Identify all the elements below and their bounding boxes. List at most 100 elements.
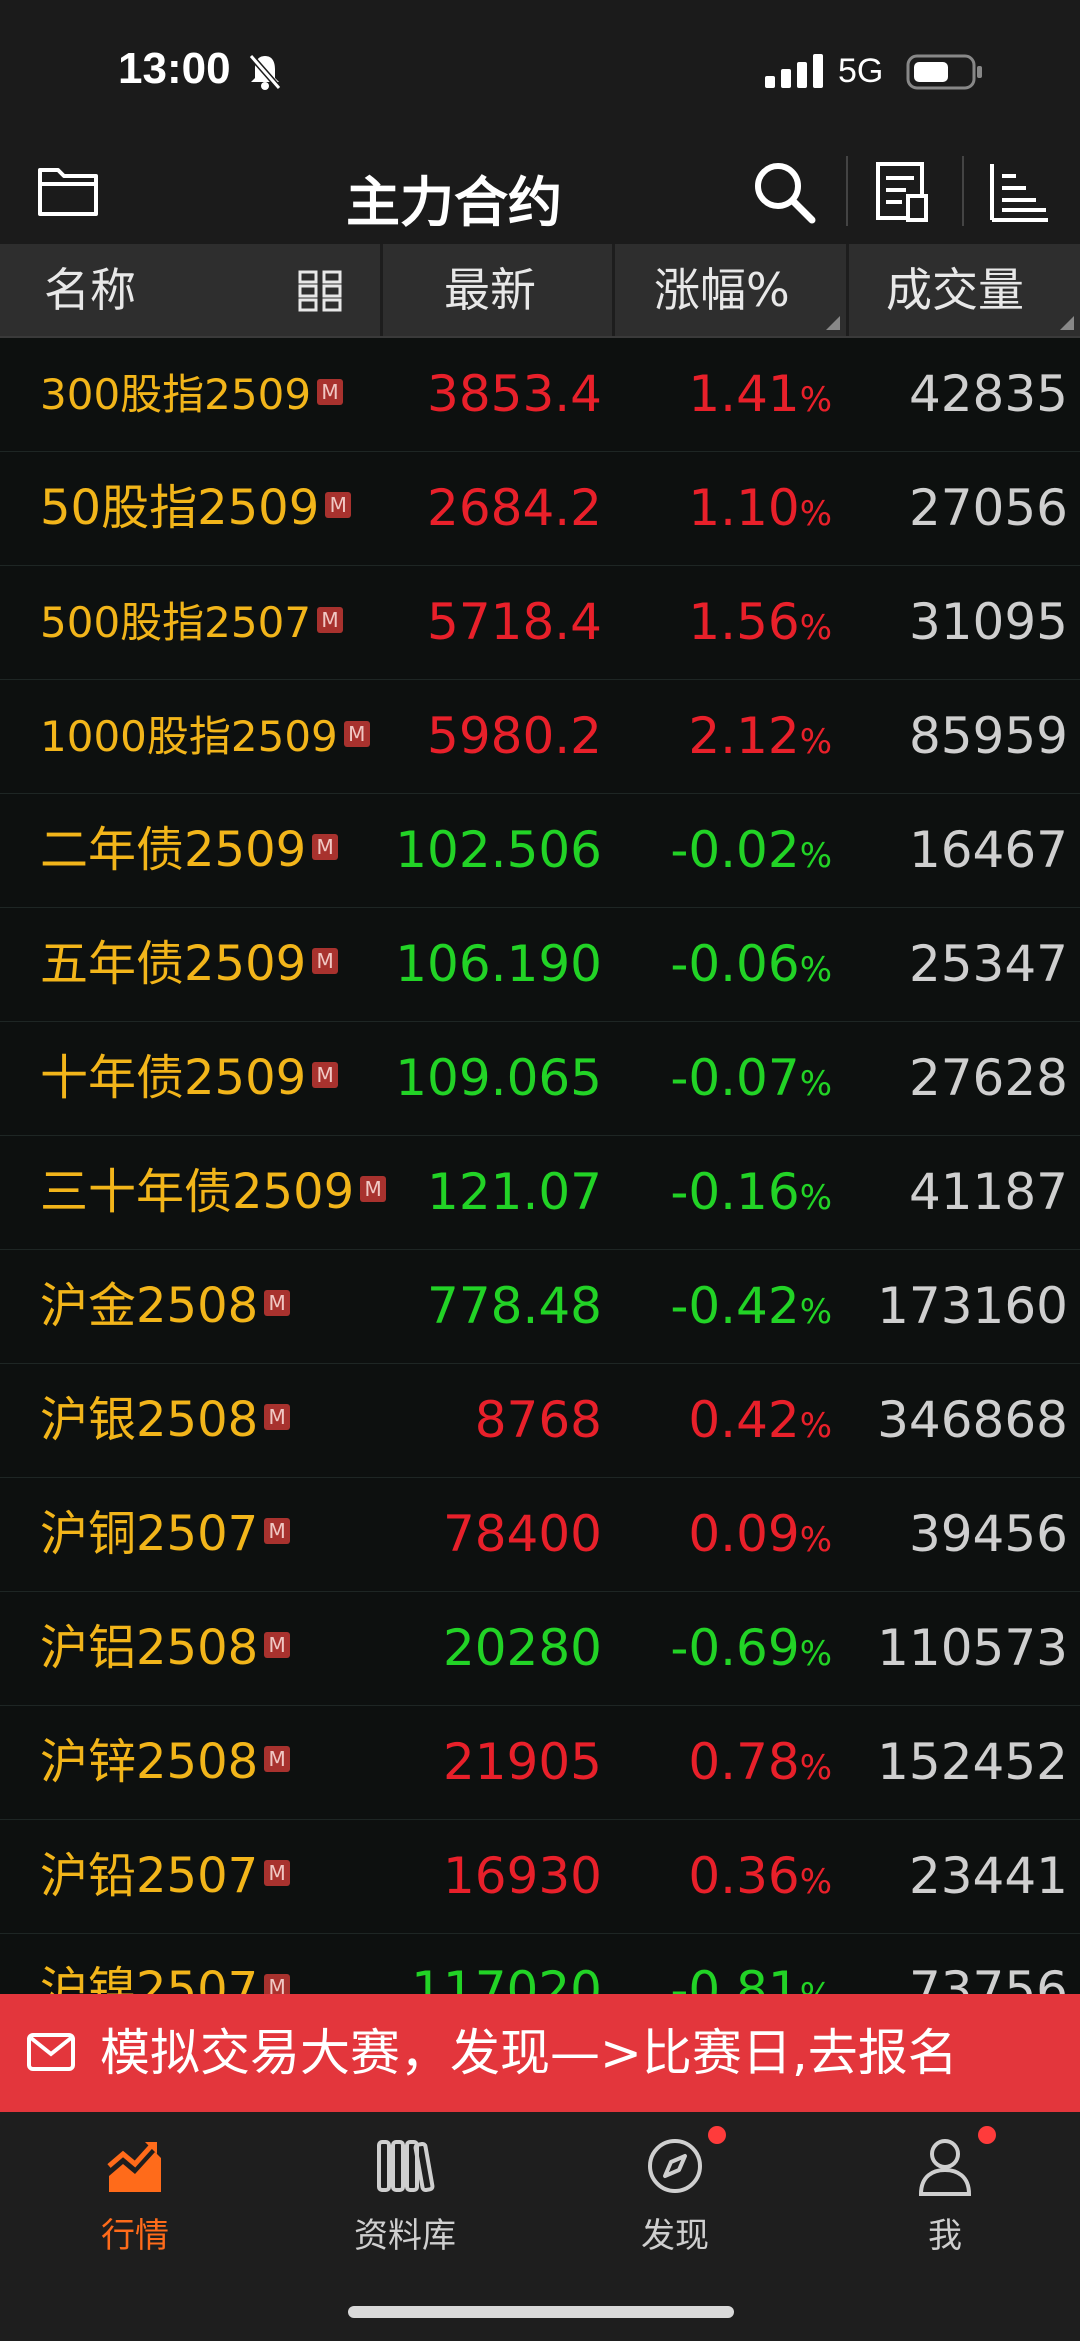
contract-name-text: 沪锌2508 bbox=[40, 1734, 259, 1790]
nav-bar: 主力合约 bbox=[0, 140, 1080, 244]
percent-sign: % bbox=[799, 1178, 832, 1218]
change-value: -0.02 bbox=[670, 821, 800, 879]
quote-row[interactable]: 二年债2509 M 102.506 -0.02% 16467 bbox=[0, 794, 1080, 908]
sort-indicator-icon bbox=[826, 316, 840, 330]
sort-bars-icon[interactable] bbox=[986, 160, 1052, 228]
contract-name: 300股指2509 M bbox=[40, 338, 344, 451]
percent-sign: % bbox=[799, 1064, 832, 1104]
latest-price: 106.190 bbox=[395, 935, 602, 993]
latest-price: 778.48 bbox=[427, 1277, 602, 1335]
percent-sign: % bbox=[799, 950, 832, 990]
change-percent: 0.36% bbox=[688, 1820, 832, 1933]
volume: 346868 bbox=[877, 1391, 1068, 1449]
change-percent: 2.12% bbox=[688, 680, 832, 793]
tab-bar: 行情 资料库 发现 我 bbox=[0, 2112, 1080, 2341]
quote-list-icon[interactable] bbox=[874, 160, 930, 228]
volume: 23441 bbox=[908, 1847, 1068, 1905]
change-value: -0.07 bbox=[670, 1049, 800, 1107]
contract-name: 沪铅2507 M bbox=[40, 1820, 291, 1933]
volume: 27056 bbox=[908, 479, 1068, 537]
quote-row[interactable]: 沪锌2508 M 21905 0.78% 152452 bbox=[0, 1706, 1080, 1820]
grid-toggle-icon[interactable] bbox=[298, 270, 342, 316]
volume: 41187 bbox=[908, 1163, 1068, 1221]
change-percent: -0.02% bbox=[670, 794, 832, 907]
column-volume[interactable]: 成交量 bbox=[886, 244, 1024, 336]
tab-me[interactable]: 我 bbox=[810, 2112, 1080, 2292]
column-name[interactable]: 名称 bbox=[44, 244, 136, 336]
status-time: 13:00 bbox=[118, 44, 231, 93]
contract-name-text: 300股指2509 bbox=[40, 370, 312, 419]
tab-label: 我 bbox=[928, 2216, 962, 2256]
search-icon[interactable] bbox=[752, 160, 816, 228]
main-contract-badge: M bbox=[343, 720, 370, 747]
quote-row[interactable]: 沪镍2507M 117020 -0.81% 73756 bbox=[0, 1934, 1080, 1994]
network-type: 5G bbox=[838, 52, 884, 90]
compass-icon bbox=[645, 2136, 705, 2200]
promo-banner[interactable]: 模拟交易大赛，发现—>比赛日,去报名 bbox=[0, 1994, 1080, 2112]
percent-sign: % bbox=[800, 1976, 832, 1994]
volume: 25347 bbox=[908, 935, 1068, 993]
tab-label: 发现 bbox=[641, 2216, 709, 2256]
volume: 152452 bbox=[877, 1733, 1068, 1791]
quote-row[interactable]: 300股指2509 M 3853.4 1.41% 42835 bbox=[0, 338, 1080, 452]
change-percent: -0.69% bbox=[670, 1592, 832, 1705]
main-contract-badge: M bbox=[264, 1860, 291, 1886]
tab-market[interactable]: 行情 bbox=[0, 2112, 270, 2292]
latest-price: 5718.4 bbox=[427, 593, 602, 651]
percent-sign: % bbox=[799, 722, 832, 762]
quote-row[interactable]: 沪铝2508 M 20280 -0.69% 110573 bbox=[0, 1592, 1080, 1706]
change-percent: 1.56% bbox=[688, 566, 832, 679]
latest-price: 8768 bbox=[474, 1391, 602, 1449]
contract-name: 三十年债2509 M bbox=[40, 1136, 387, 1249]
latest-price: 102.506 bbox=[395, 821, 602, 879]
tab-discover[interactable]: 发现 bbox=[540, 2112, 810, 2292]
change-percent: 1.41% bbox=[688, 338, 832, 451]
change-value: -0.16 bbox=[670, 1163, 800, 1221]
notification-dot bbox=[978, 2126, 996, 2144]
main-contract-badge: M bbox=[312, 834, 339, 860]
change-value: -0.69 bbox=[670, 1619, 800, 1677]
quote-row[interactable]: 沪银2508 M 8768 0.42% 346868 bbox=[0, 1364, 1080, 1478]
change-value: 1.56 bbox=[688, 593, 800, 651]
status-bar: 13:00 5G bbox=[0, 0, 1080, 140]
quote-row[interactable]: 三十年债2509 M 121.07 -0.16% 41187 bbox=[0, 1136, 1080, 1250]
quote-row[interactable]: 50股指2509 M 2684.2 1.10% 27056 bbox=[0, 452, 1080, 566]
column-latest[interactable]: 最新 bbox=[444, 244, 536, 336]
notification-dot bbox=[708, 2126, 726, 2144]
tab-library[interactable]: 资料库 bbox=[270, 2112, 540, 2292]
quote-row[interactable]: 沪铜2507 M 78400 0.09% 39456 bbox=[0, 1478, 1080, 1592]
quote-list[interactable]: 300股指2509 M 3853.4 1.41% 42835 50股指2509 M 2684.… bbox=[0, 338, 1080, 1994]
quote-row[interactable]: 沪金2508 M 778.48 -0.42% 173160 bbox=[0, 1250, 1080, 1364]
main-contract-badge: M bbox=[264, 1746, 291, 1772]
percent-sign: % bbox=[799, 608, 832, 648]
percent-sign: % bbox=[799, 1634, 832, 1674]
percent-sign: % bbox=[799, 1862, 832, 1902]
column-divider bbox=[846, 244, 849, 336]
contract-name-text: 十年债2509 bbox=[40, 1050, 307, 1106]
contract-name-text: 沪镍2507 bbox=[40, 1962, 259, 1994]
volume: 73756 bbox=[908, 1961, 1068, 1994]
column-change[interactable]: 涨幅% bbox=[654, 244, 790, 336]
contract-name: 沪铝2508 M bbox=[40, 1592, 291, 1705]
latest-price: 21905 bbox=[442, 1733, 602, 1791]
change-percent: -0.16% bbox=[670, 1136, 832, 1249]
quote-row[interactable]: 沪铅2507 M 16930 0.36% 23441 bbox=[0, 1820, 1080, 1934]
main-contract-badge: M bbox=[264, 1290, 291, 1316]
change-value: -0.42 bbox=[670, 1277, 800, 1335]
main-contract-badge: M bbox=[317, 378, 344, 405]
quote-row[interactable]: 十年债2509 M 109.065 -0.07% 27628 bbox=[0, 1022, 1080, 1136]
quote-row[interactable]: 500股指2507 M 5718.4 1.56% 31095 bbox=[0, 566, 1080, 680]
latest-price: 109.065 bbox=[395, 1049, 602, 1107]
main-contract-badge: M bbox=[312, 948, 339, 974]
tab-label: 资料库 bbox=[354, 2216, 456, 2256]
main-contract-badge: M bbox=[312, 1062, 339, 1088]
quote-row[interactable]: 五年债2509 M 106.190 -0.06% 25347 bbox=[0, 908, 1080, 1022]
contract-name-text: 沪金2508 bbox=[40, 1278, 259, 1334]
contract-name-text: 二年债2509 bbox=[40, 822, 307, 878]
latest-price: 16930 bbox=[442, 1847, 602, 1905]
bell-muted-icon bbox=[248, 52, 282, 96]
home-indicator[interactable] bbox=[348, 2306, 734, 2318]
volume: 16467 bbox=[908, 821, 1068, 879]
quote-row[interactable]: 1000股指2509 M 5980.2 2.12% 85959 bbox=[0, 680, 1080, 794]
volume: 85959 bbox=[908, 707, 1068, 765]
